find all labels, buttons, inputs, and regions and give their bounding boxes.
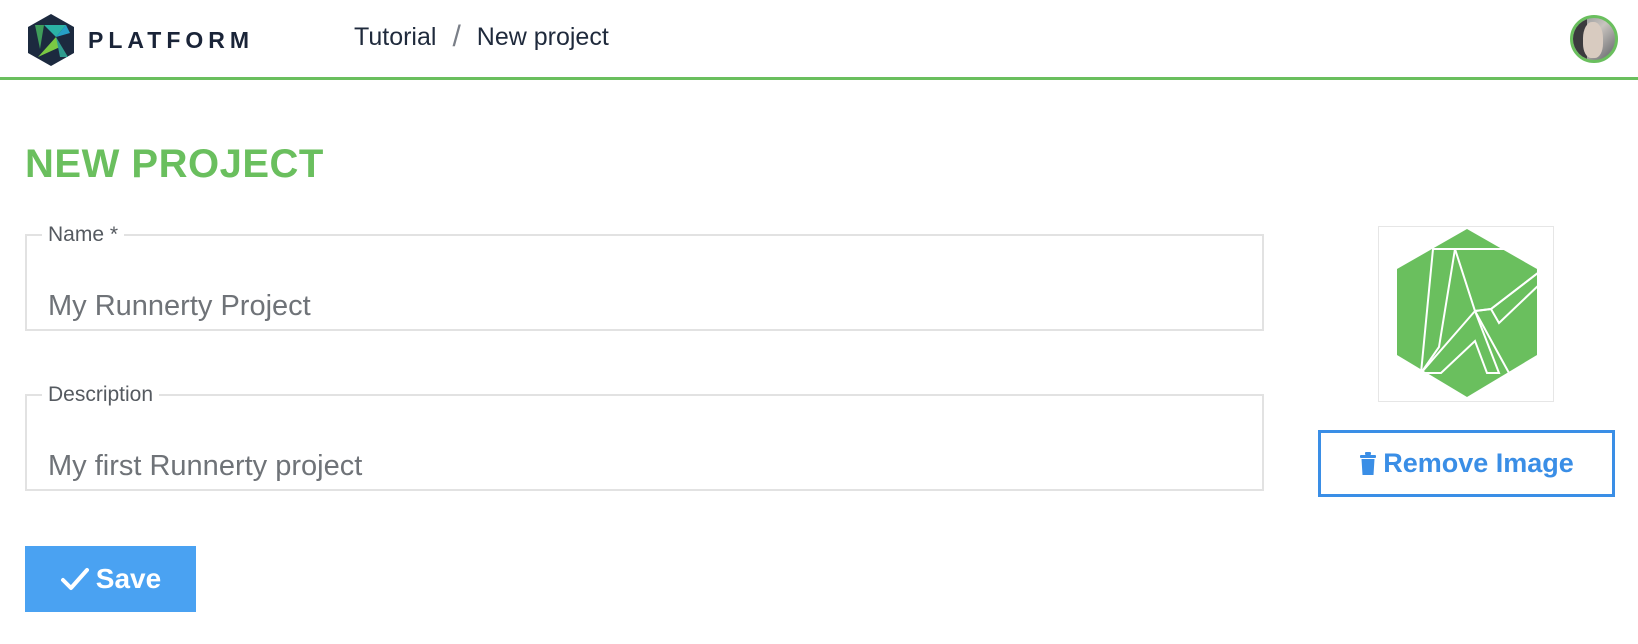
remove-image-button[interactable]: Remove Image (1318, 430, 1615, 497)
name-field[interactable]: Name * (25, 223, 1264, 331)
page-title: NEW PROJECT (25, 142, 324, 186)
remove-image-label: Remove Image (1383, 448, 1574, 478)
name-input[interactable] (46, 289, 1230, 324)
avatar-face (1583, 22, 1603, 58)
check-icon (60, 566, 90, 592)
project-image-preview (1378, 226, 1554, 402)
save-button[interactable]: Save (25, 546, 196, 612)
description-field[interactable]: Description (25, 383, 1264, 491)
breadcrumb: Tutorial / New project (354, 20, 609, 54)
breadcrumb-separator: / (452, 20, 461, 53)
breadcrumb-new-project: New project (476, 22, 609, 51)
brand-name: PLATFORM (88, 26, 255, 53)
top-bar: PLATFORM Tutorial / New project (0, 0, 1638, 80)
platform-logo-icon (28, 14, 74, 66)
user-avatar[interactable] (1570, 15, 1618, 63)
description-label: Description (48, 383, 154, 406)
description-input[interactable] (46, 449, 1230, 484)
name-label: Name * (48, 223, 119, 246)
save-label: Save (95, 563, 162, 594)
brand[interactable]: PLATFORM (26, 13, 254, 67)
runnerty-logo-icon (1397, 229, 1545, 397)
trash-icon (1359, 451, 1377, 476)
breadcrumb-tutorial[interactable]: Tutorial (354, 23, 436, 52)
